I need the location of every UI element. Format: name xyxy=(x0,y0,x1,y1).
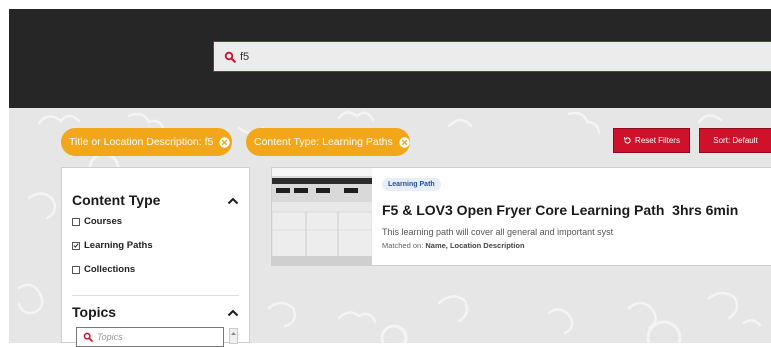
search-bar[interactable]: f5 xyxy=(213,41,771,72)
filter-chip-label: Content Type: Learning Paths xyxy=(254,136,393,148)
checkbox-label: Learning Paths xyxy=(84,240,153,251)
reset-filters-button[interactable]: Reset Filters xyxy=(613,128,690,153)
filter-sidebar: Content Type Courses Learning Paths Coll… xyxy=(61,167,250,347)
content-type-badge: Learning Path xyxy=(382,178,441,191)
checkbox-collections[interactable]: Collections xyxy=(72,264,135,275)
sort-label: Sort: Default xyxy=(713,136,758,145)
checkbox[interactable] xyxy=(72,217,80,226)
result-matched-on: Matched on: Name, Location Description xyxy=(382,241,525,250)
checkbox[interactable] xyxy=(72,265,80,274)
checkbox-learning-paths[interactable]: Learning Paths xyxy=(72,240,153,251)
reset-filters-label: Reset Filters xyxy=(635,136,680,145)
search-icon xyxy=(224,51,236,63)
chevron-up-icon[interactable] xyxy=(227,197,239,205)
content-type-heading: Content Type xyxy=(72,192,161,208)
filter-chip-label: Title or Location Description: f5 xyxy=(69,136,214,148)
page-margin xyxy=(0,0,9,343)
checkmark-icon xyxy=(73,243,79,248)
topics-heading: Topics xyxy=(72,304,117,320)
close-circle-icon[interactable] xyxy=(219,136,231,148)
topics-placeholder: Topics xyxy=(97,332,123,342)
filter-chip-title[interactable]: Title or Location Description: f5 xyxy=(61,128,232,156)
sidebar-divider xyxy=(72,295,239,296)
search-icon xyxy=(83,332,93,342)
close-circle-icon[interactable] xyxy=(399,136,410,148)
scrollbar[interactable] xyxy=(229,328,238,344)
matched-prefix: Matched on: xyxy=(382,241,426,250)
checkbox-checked[interactable] xyxy=(72,241,80,250)
search-input[interactable]: f5 xyxy=(240,51,249,63)
sort-button[interactable]: Sort: Default xyxy=(699,128,771,153)
reset-icon xyxy=(623,136,632,145)
scroll-up-icon xyxy=(231,332,236,335)
result-thumbnail xyxy=(272,168,372,266)
topics-search-input[interactable]: Topics xyxy=(76,327,224,347)
checkbox-label: Collections xyxy=(84,264,136,275)
filter-chip-content-type[interactable]: Content Type: Learning Paths xyxy=(246,128,410,156)
checkbox-courses[interactable]: Courses xyxy=(72,216,122,227)
result-description: This learning path will cover all genera… xyxy=(382,227,614,237)
checkbox-label: Courses xyxy=(84,216,123,227)
result-card[interactable]: Learning Path F5 & LOV3 Open Fryer Core … xyxy=(271,167,771,266)
result-title[interactable]: F5 & LOV3 Open Fryer Core Learning Path … xyxy=(382,202,738,218)
chevron-up-icon[interactable] xyxy=(227,309,239,317)
matched-fields: Name, Location Description xyxy=(425,241,525,250)
